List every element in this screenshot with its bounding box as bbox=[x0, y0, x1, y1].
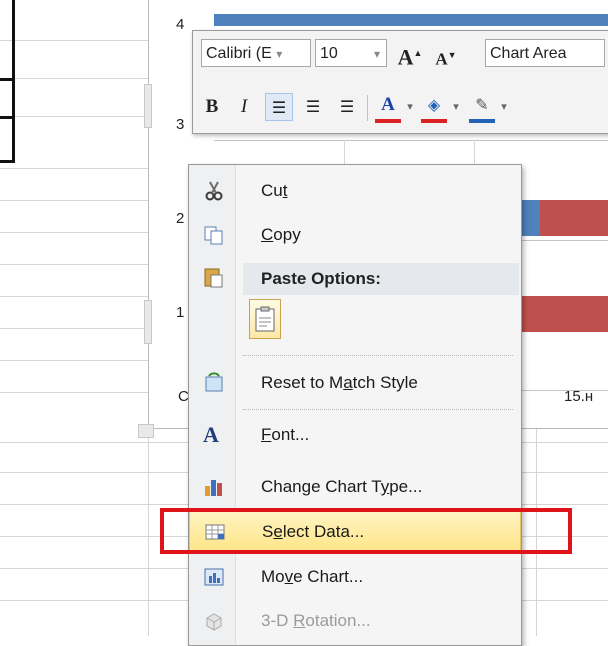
chart-bar[interactable] bbox=[214, 14, 608, 26]
paste-icon bbox=[204, 268, 223, 288]
outline-color-button[interactable]: ✎ bbox=[469, 91, 495, 123]
chart-bar[interactable] bbox=[520, 296, 608, 332]
paint-bucket-icon: ◈ bbox=[427, 97, 441, 114]
align-left-button[interactable]: ☰ bbox=[265, 93, 293, 121]
paste-options-header: Paste Options: bbox=[243, 263, 519, 295]
chevron-down-icon[interactable]: ▾ bbox=[403, 93, 417, 121]
font-icon: A bbox=[203, 422, 219, 447]
menu-item-label: Cut bbox=[261, 181, 288, 200]
paste-keep-formatting-button[interactable] bbox=[249, 299, 281, 339]
selected-cell-border bbox=[0, 0, 15, 163]
menu-item-label: Copy bbox=[261, 225, 301, 244]
shrink-font-icon: A bbox=[435, 49, 448, 69]
highlight-box bbox=[160, 508, 572, 554]
chevron-down-icon: ▾ bbox=[373, 47, 380, 61]
menu-separator bbox=[243, 355, 513, 356]
chevron-down-icon: ▾ bbox=[276, 47, 283, 61]
menu-item-3d-rotation: 3-D Rotation... bbox=[189, 601, 521, 641]
bold-button[interactable]: B bbox=[199, 93, 225, 121]
rotation-icon bbox=[206, 613, 222, 631]
pencil-icon: ✎ bbox=[475, 97, 489, 114]
y-tick-label: 1 bbox=[176, 304, 185, 321]
move-chart-icon bbox=[204, 568, 224, 586]
y-tick-label: 3 bbox=[176, 116, 185, 133]
reset-style-icon bbox=[205, 372, 223, 392]
chart-element-value: Chart Area bbox=[490, 45, 567, 62]
chart-element-select[interactable]: Chart Area bbox=[485, 39, 605, 67]
clipboard-icon bbox=[255, 306, 275, 332]
grow-font-button[interactable]: A▲ bbox=[397, 39, 423, 70]
font-size-value: 10 bbox=[320, 45, 338, 62]
align-center-button[interactable]: ☰ bbox=[299, 93, 327, 121]
fill-color-button[interactable]: ◈ bbox=[421, 91, 447, 123]
font-name-select[interactable]: Calibri (E ▾ bbox=[201, 39, 311, 67]
chart-resize-handle[interactable] bbox=[144, 84, 152, 128]
context-menu: Cut Copy Paste Options: Reset to Match S… bbox=[188, 164, 522, 646]
menu-item-label: Font... bbox=[261, 425, 310, 444]
menu-separator bbox=[243, 409, 513, 410]
menu-item-move-chart[interactable]: Move Chart... bbox=[189, 557, 521, 597]
menu-item-label: Change Chart Type... bbox=[261, 477, 423, 496]
menu-item-font[interactable]: A Font... bbox=[189, 415, 521, 455]
chart-corner-handle[interactable] bbox=[138, 424, 154, 438]
y-tick-label: 4 bbox=[176, 16, 185, 33]
font-name-value: Calibri (E bbox=[206, 45, 272, 62]
paste-options-label: Paste Options: bbox=[261, 269, 381, 288]
menu-item-reset-to-match-style[interactable]: Reset to Match Style bbox=[189, 363, 521, 403]
menu-item-copy[interactable]: Copy bbox=[189, 215, 521, 255]
chart-bar[interactable] bbox=[540, 200, 608, 236]
scissors-icon bbox=[205, 181, 223, 201]
y-tick-label: 2 bbox=[176, 210, 185, 227]
menu-item-label: 3-D Rotation... bbox=[261, 611, 371, 630]
italic-button[interactable]: I bbox=[231, 93, 257, 121]
align-center-icon: ☰ bbox=[305, 99, 321, 116]
shrink-font-button[interactable]: A▼ bbox=[433, 41, 459, 69]
align-right-icon: ☰ bbox=[339, 99, 355, 116]
mini-toolbar: Calibri (E ▾ 10 ▾ A▲ A▼ Chart Area B I ☰… bbox=[192, 30, 608, 134]
menu-item-label: Move Chart... bbox=[261, 567, 364, 586]
chevron-down-icon[interactable]: ▾ bbox=[497, 93, 511, 121]
menu-item-cut[interactable]: Cut bbox=[189, 171, 521, 211]
cell-border-mark bbox=[0, 78, 12, 81]
x-tick-label: 15.н bbox=[564, 388, 594, 405]
cell-border-mark bbox=[0, 116, 12, 119]
font-size-select[interactable]: 10 ▾ bbox=[315, 39, 387, 67]
align-left-icon: ☰ bbox=[271, 100, 287, 117]
chevron-down-icon[interactable]: ▾ bbox=[449, 93, 463, 121]
chart-resize-handle[interactable] bbox=[144, 300, 152, 344]
font-color-button[interactable]: A bbox=[375, 91, 401, 123]
chart-bar[interactable] bbox=[520, 200, 540, 236]
chart-type-icon bbox=[205, 480, 222, 496]
menu-item-label: Reset to Match Style bbox=[261, 373, 418, 392]
copy-icon bbox=[204, 226, 223, 245]
grow-font-icon: A bbox=[397, 44, 414, 70]
menu-item-change-chart-type[interactable]: Change Chart Type... bbox=[189, 467, 521, 507]
gridline bbox=[214, 140, 608, 141]
align-right-button[interactable]: ☰ bbox=[333, 93, 361, 121]
